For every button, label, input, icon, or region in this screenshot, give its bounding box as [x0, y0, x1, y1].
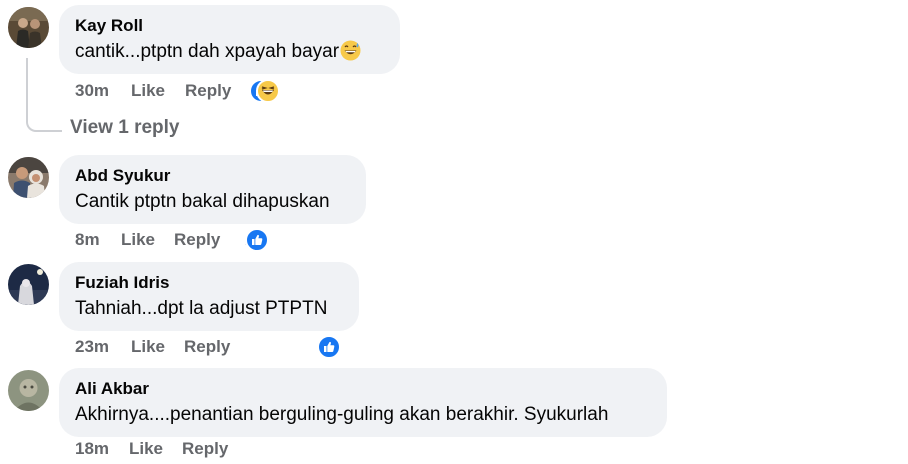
reaction-summary[interactable]: 40 — [249, 79, 280, 103]
reply-button[interactable]: Reply — [174, 228, 220, 252]
comment-bubble: Abd Syukur Cantik ptptn bakal dihapuskan — [59, 155, 366, 224]
like-button[interactable]: Like — [131, 79, 165, 103]
avatar-photo — [8, 370, 49, 411]
comment-timestamp[interactable]: 18m — [75, 437, 109, 461]
avatar[interactable] — [8, 7, 49, 48]
like-button[interactable]: Like — [131, 335, 165, 359]
haha-reaction-icon — [256, 79, 280, 103]
reaction-summary[interactable]: 3 — [317, 335, 341, 359]
reply-thread-line — [26, 58, 62, 132]
comment-text: Akhirnya....penantian berguling-guling a… — [75, 404, 609, 425]
like-reaction-icon — [317, 335, 341, 359]
comment-timestamp[interactable]: 30m — [75, 79, 109, 103]
like-reaction-icon — [245, 228, 269, 252]
comment-author[interactable]: Kay Roll — [75, 16, 384, 36]
comment-author[interactable]: Ali Akbar — [75, 379, 651, 399]
reply-button[interactable]: Reply — [185, 79, 231, 103]
comment-text: cantik...ptptn dah xpayah bayar — [75, 40, 384, 64]
comment-text: Cantik ptptn bakal dihapuskan — [75, 191, 330, 212]
avatar-photo — [8, 264, 49, 305]
view-replies-link[interactable]: View 1 reply — [70, 116, 180, 140]
grinning-sweat-emoji-icon — [340, 40, 361, 61]
avatar-photo — [8, 7, 49, 48]
comment-timestamp[interactable]: 8m — [75, 228, 100, 252]
comment-author[interactable]: Fuziah Idris — [75, 273, 343, 293]
reply-button[interactable]: Reply — [182, 437, 228, 461]
like-button[interactable]: Like — [129, 437, 163, 461]
comment-bubble: Kay Roll cantik...ptptn dah xpayah bayar — [59, 5, 400, 74]
avatar-photo — [8, 157, 49, 198]
comment-bubble: Ali Akbar Akhirnya....penantian bergulin… — [59, 368, 667, 437]
avatar[interactable] — [8, 157, 49, 198]
comment-bubble: Fuziah Idris Tahniah...dpt la adjust PTP… — [59, 262, 359, 331]
comment-text-body: cantik...ptptn dah xpayah bayar — [75, 41, 340, 62]
avatar[interactable] — [8, 264, 49, 305]
like-button[interactable]: Like — [121, 228, 155, 252]
reaction-summary[interactable]: 2 — [245, 228, 269, 252]
comment-author[interactable]: Abd Syukur — [75, 166, 350, 186]
reply-button[interactable]: Reply — [184, 335, 230, 359]
comment-text: Tahniah...dpt la adjust PTPTN — [75, 298, 328, 319]
avatar[interactable] — [8, 370, 49, 411]
comment-timestamp[interactable]: 23m — [75, 335, 109, 359]
